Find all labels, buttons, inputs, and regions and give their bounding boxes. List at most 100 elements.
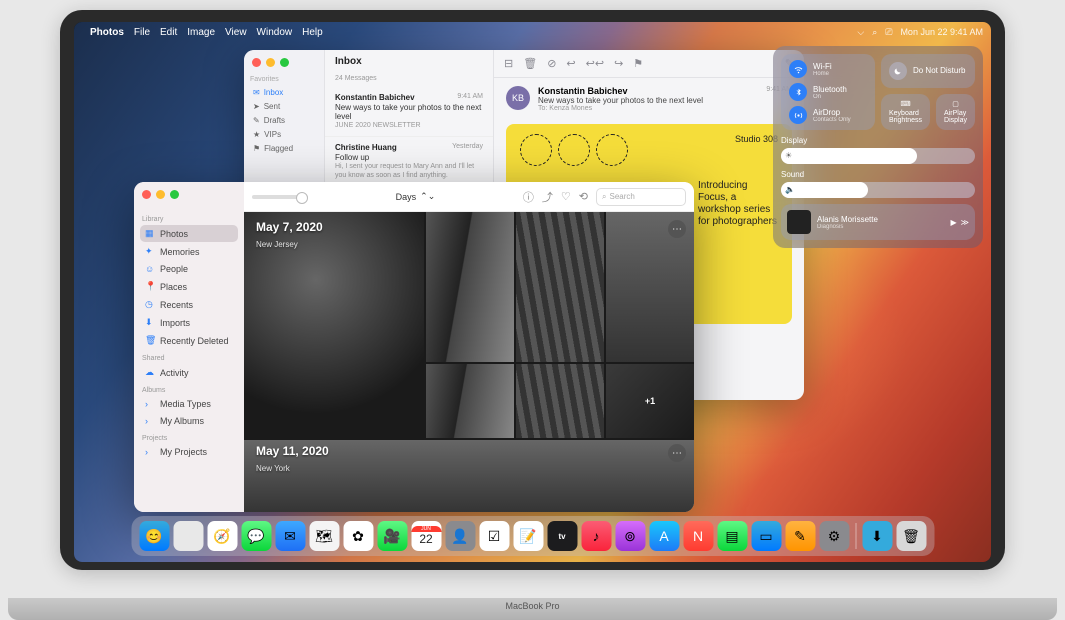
album-art [787,210,811,234]
search-input[interactable]: ⌕Search [596,188,686,206]
dock-trash[interactable]: 🗑 [896,521,926,551]
sidebar-item-activity[interactable]: ☁︎Activity [140,364,238,381]
menu-window[interactable]: Window [257,27,293,38]
dock-keynote[interactable]: ▭ [751,521,781,551]
junk-icon[interactable]: ⊘ [547,57,556,70]
day-menu-button[interactable]: ⋯ [668,444,686,462]
sidebar-item-my-albums[interactable]: ›My Albums [140,413,238,429]
sidebar-item-memories[interactable]: ✦Memories [140,243,238,260]
mail-sidebar-inbox[interactable]: ✉︎Inbox [250,86,318,99]
cc-airplay[interactable]: ▢AirPlay Display [936,94,975,130]
dock-numbers[interactable]: ▤ [717,521,747,551]
sidebar-section-projects: Projects [142,435,236,442]
dock-contacts[interactable]: 👤 [445,521,475,551]
view-selector[interactable]: Days⌃⌄ [316,191,515,202]
archive-icon[interactable]: ⊟ [504,57,513,70]
photos-day-header: May 7, 2020New Jersey [256,220,323,252]
cc-keyboard-brightness[interactable]: ⌨︎Keyboard Brightness [881,94,930,130]
sidebar-item-recents[interactable]: ◷Recents [140,296,238,313]
flag-icon[interactable]: ⚑ [633,57,643,70]
sidebar-item-places[interactable]: 📍Places [140,278,238,295]
sidebar-item-people[interactable]: ☺People [140,261,238,277]
sidebar-item-media-types[interactable]: ›Media Types [140,396,238,412]
photos-window: Library ▦Photos ✦Memories ☺People 📍Place… [134,182,694,512]
dock-safari[interactable]: 🧭 [207,521,237,551]
menubar-datetime[interactable]: Mon Jun 22 9:41 AM [900,27,983,37]
cc-dnd-toggle[interactable]: Do Not Disturb [881,54,975,88]
cc-airdrop-toggle[interactable]: AirDropContacts Only [789,106,867,124]
reply-all-icon[interactable]: ↩↩ [586,57,604,70]
keyboard-brightness-icon: ⌨︎ [900,100,910,108]
dock-finder[interactable]: 😊 [139,521,169,551]
menu-image[interactable]: Image [187,27,215,38]
dock-appstore[interactable]: A [649,521,679,551]
photo-thumbnail[interactable] [516,212,604,362]
dock-photos[interactable]: ✿ [343,521,373,551]
share-icon[interactable]: ⤴︎ [542,189,553,205]
sidebar-item-recently-deleted[interactable]: 🗑Recently Deleted [140,332,238,349]
sidebar-item-photos[interactable]: ▦Photos [140,225,238,242]
trash-icon[interactable]: 🗑 [523,57,537,70]
sidebar-item-my-projects[interactable]: ›My Projects [140,444,238,460]
dock-maps[interactable]: 🗺 [309,521,339,551]
dock-system-preferences[interactable]: ⚙︎ [819,521,849,551]
mail-sidebar-vips[interactable]: ★VIPs [250,128,318,141]
mail-sidebar-flagged[interactable]: ⚑Flagged [250,142,318,155]
mail-from: Konstantin Babichev [538,86,703,96]
airplay-icon: ▢ [952,100,959,108]
dock-music[interactable]: ♪ [581,521,611,551]
day-menu-button[interactable]: ⋯ [668,220,686,238]
menu-help[interactable]: Help [302,27,323,38]
minimize-button[interactable] [156,190,165,199]
cc-sound-slider[interactable]: 🔈 [781,182,975,198]
minimize-button[interactable] [266,58,275,67]
dock-notes[interactable]: 📝 [513,521,543,551]
mail-list-item[interactable]: Christine HuangYesterday Follow up Hi, I… [325,137,493,187]
control-center-icon[interactable]: ⎚ [885,27,892,38]
menu-view[interactable]: View [225,27,247,38]
dock-tv[interactable]: tv [547,521,577,551]
cc-wifi-toggle[interactable]: Wi-FiHome [789,60,867,78]
play-icon[interactable]: ▶ [950,218,956,227]
dock-reminders[interactable]: ☑︎ [479,521,509,551]
cc-now-playing[interactable]: Alanis MorissetteDiagnosis ▶≫ [781,204,975,240]
dock-messages[interactable]: 💬 [241,521,271,551]
sidebar-item-imports[interactable]: ⬇︎Imports [140,314,238,331]
mail-list-item[interactable]: Konstantin Babichev9:41 AM New ways to t… [325,87,493,137]
star-icon: ★ [253,130,260,139]
flag-icon: ⚑ [253,144,260,153]
cc-bluetooth-toggle[interactable]: BluetoothOn [789,83,867,101]
mail-sidebar-drafts[interactable]: ✎Drafts [250,114,318,127]
dock-launchpad[interactable] [173,521,203,551]
rotate-icon[interactable]: ⟲ [579,190,588,203]
photo-more-button[interactable]: +1 [606,364,694,438]
menu-file[interactable]: File [134,27,150,38]
photo-thumbnail[interactable] [426,212,514,362]
forward-icon[interactable]: ↪ [614,57,623,70]
dock-downloads[interactable]: ⬇︎ [862,521,892,551]
zoom-button[interactable] [170,190,179,199]
dock-calendar[interactable]: JUN22 [411,521,441,551]
spotlight-icon[interactable]: ⌕ [872,27,877,38]
wifi-status-icon[interactable]: ⌵ [857,27,864,38]
photo-thumbnail[interactable] [426,364,514,438]
dock-news[interactable]: N [683,521,713,551]
close-button[interactable] [252,58,261,67]
zoom-button[interactable] [280,58,289,67]
app-menu[interactable]: Photos [90,27,124,38]
info-icon[interactable]: ⓘ [523,189,534,205]
reply-icon[interactable]: ↩ [566,57,575,70]
zoom-slider[interactable] [252,195,308,199]
close-button[interactable] [142,190,151,199]
dock-facetime[interactable]: 🎥 [377,521,407,551]
dock-podcasts[interactable]: ⊚ [615,521,645,551]
photo-thumbnail[interactable] [516,364,604,438]
dock-mail[interactable]: ✉︎ [275,521,305,551]
dock-pages[interactable]: ✎ [785,521,815,551]
forward-icon[interactable]: ≫ [961,218,969,227]
favorite-icon[interactable]: ♡ [561,190,571,203]
menubar: Photos File Edit Image View Window Help … [74,22,991,42]
cc-display-slider[interactable]: ☀︎ [781,148,975,164]
mail-sidebar-sent[interactable]: ➤Sent [250,100,318,113]
menu-edit[interactable]: Edit [160,27,177,38]
